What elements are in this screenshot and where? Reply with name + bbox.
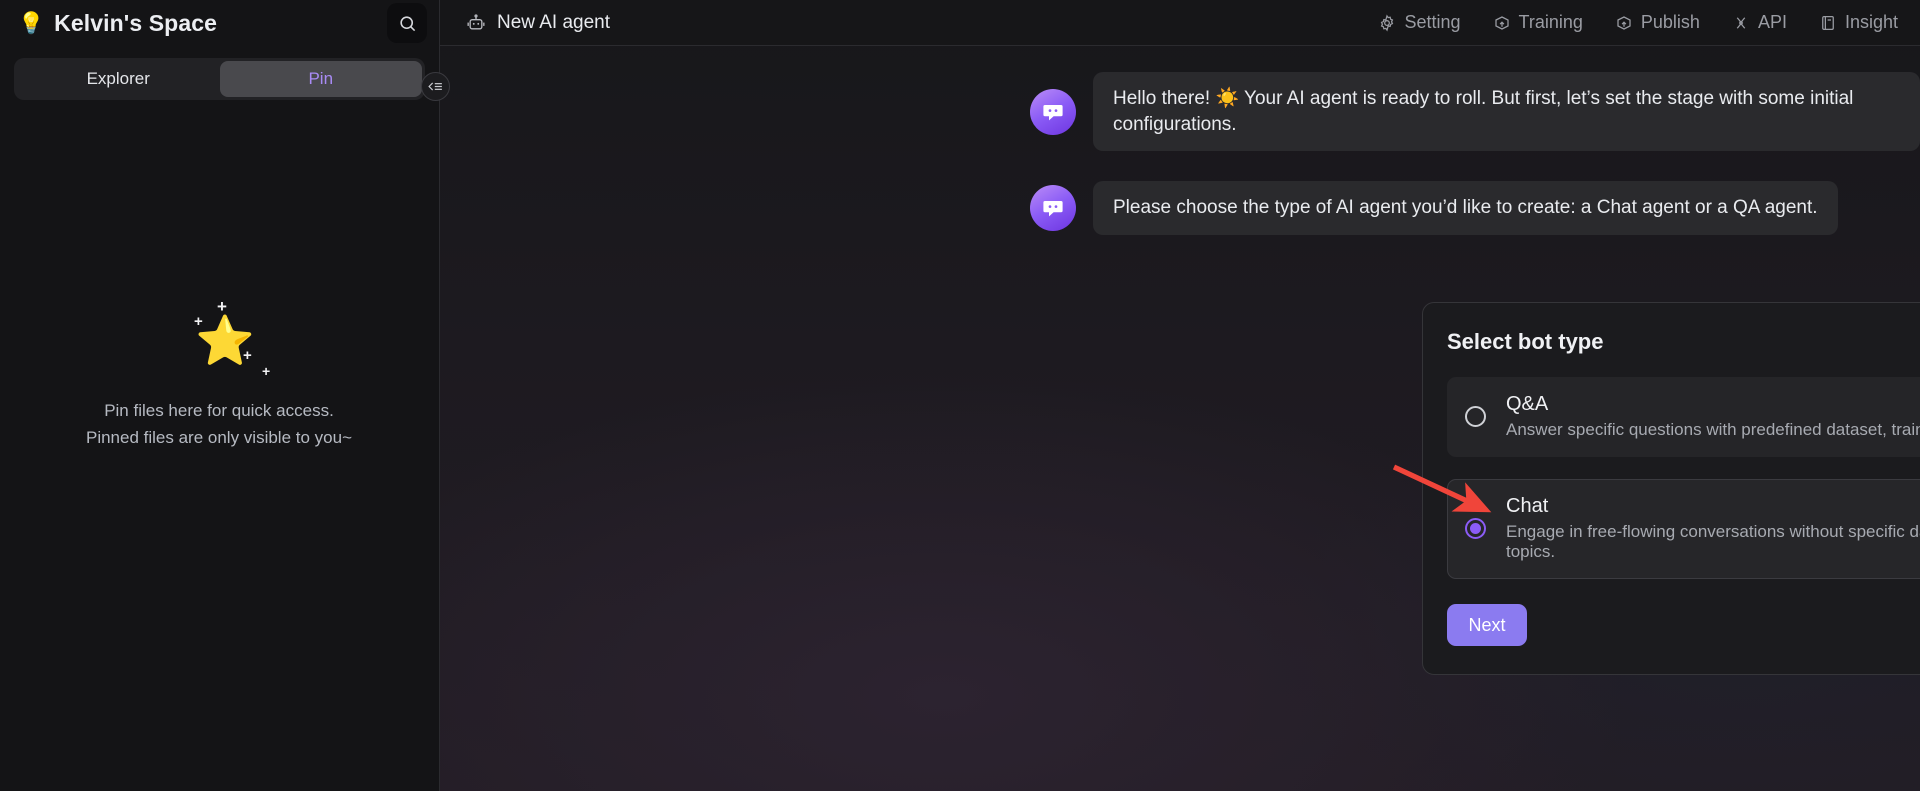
sidebar-tab-explorer[interactable]: Explorer — [17, 61, 220, 97]
collapse-sidebar-button[interactable] — [421, 72, 450, 101]
sidebar-tab-pin[interactable]: Pin — [219, 61, 422, 97]
radio-chat[interactable] — [1465, 518, 1486, 539]
pin-empty-line-1: Pin files here for quick access. — [104, 401, 334, 420]
chat-thread: Hello there! ☀️ Your AI agent is ready t… — [440, 46, 1920, 235]
chat-bubble-text: Hello there! ☀️ Your AI agent is ready t… — [1093, 72, 1920, 152]
nav-item-training[interactable]: Training — [1493, 12, 1583, 33]
plug-icon — [1736, 16, 1746, 29]
main-area: New AI agent Setting Training Publish AP… — [440, 0, 1920, 791]
chat-bubble-text: Please choose the type of AI agent you’d… — [1093, 181, 1838, 235]
robot-icon — [467, 13, 485, 29]
nav-label-api: API — [1757, 12, 1787, 32]
search-icon — [399, 15, 415, 31]
nav-item-insight[interactable]: Insight — [1819, 12, 1898, 33]
radio-qa[interactable] — [1465, 406, 1486, 427]
top-nav: Setting Training Publish API Insight — [1378, 12, 1898, 33]
chat-message: Hello there! ☀️ Your AI agent is ready t… — [1030, 72, 1920, 152]
agent-tab-label: New AI agent — [497, 11, 611, 33]
app-root: 💡 Kelvin's Space Explorer Pin ⭐ + + + + … — [0, 0, 1920, 791]
nav-item-api[interactable]: API — [1732, 12, 1787, 33]
nav-item-setting[interactable]: Setting — [1378, 12, 1461, 33]
pin-empty-state: ⭐ + + + + Pin files here for quick acces… — [0, 290, 438, 451]
pin-empty-line-2: Pinned files are only visible to you~ — [85, 428, 352, 447]
chat-bubble-icon — [1043, 201, 1063, 217]
nav-label-publish: Publish — [1640, 12, 1700, 32]
box-upload-icon — [1617, 15, 1631, 30]
sidebar-tabs: Explorer Pin — [14, 58, 425, 100]
bot-type-option-chat[interactable]: Chat Engage in free-flowing conversation… — [1447, 479, 1920, 579]
nav-label-setting: Setting — [1404, 12, 1461, 32]
sidebar-header: 💡 Kelvin's Space — [0, 0, 439, 46]
search-button[interactable] — [387, 3, 427, 43]
nav-label-training: Training — [1518, 12, 1583, 32]
option-text-chat: Chat Engage in free-flowing conversation… — [1506, 495, 1920, 562]
top-bar: New AI agent Setting Training Publish AP… — [440, 0, 1920, 46]
star-sparkle-icon: ⭐ + + + + — [194, 297, 271, 379]
agent-tab[interactable]: New AI agent — [466, 12, 610, 34]
box-upload-icon — [1494, 15, 1509, 30]
nav-label-insight: Insight — [1844, 12, 1898, 32]
chat-bubble-icon — [1043, 104, 1063, 121]
select-bot-type-panel: Select bot type Q&A Answer specific ques… — [1422, 302, 1920, 675]
document-icon — [1822, 15, 1834, 30]
next-button[interactable]: Next — [1447, 604, 1527, 646]
workspace-title: Kelvin's Space — [54, 9, 217, 36]
option-desc-qa: Answer specific questions with predefine… — [1506, 420, 1920, 439]
bot-type-option-qa[interactable]: Q&A Answer specific questions with prede… — [1447, 377, 1920, 457]
option-name-qa: Q&A — [1506, 393, 1549, 415]
panel-title: Select bot type — [1447, 329, 1604, 354]
pin-empty-text: Pin files here for quick access. Pinned … — [86, 397, 352, 451]
sidebar: 💡 Kelvin's Space Explorer Pin ⭐ + + + + … — [0, 0, 450, 791]
gear-icon — [1381, 14, 1394, 31]
chat-message: Please choose the type of AI agent you’d… — [1030, 181, 1920, 235]
option-text-qa: Q&A Answer specific questions with prede… — [1506, 393, 1920, 440]
collapse-sidebar-icon — [428, 82, 442, 91]
nav-item-publish[interactable]: Publish — [1615, 12, 1700, 33]
avatar — [1030, 185, 1076, 232]
option-name-chat: Chat — [1506, 495, 1549, 517]
avatar — [1030, 88, 1076, 135]
lightbulb-icon: 💡 — [18, 11, 45, 35]
option-desc-chat: Engage in free-flowing conversations wit… — [1506, 522, 1920, 561]
